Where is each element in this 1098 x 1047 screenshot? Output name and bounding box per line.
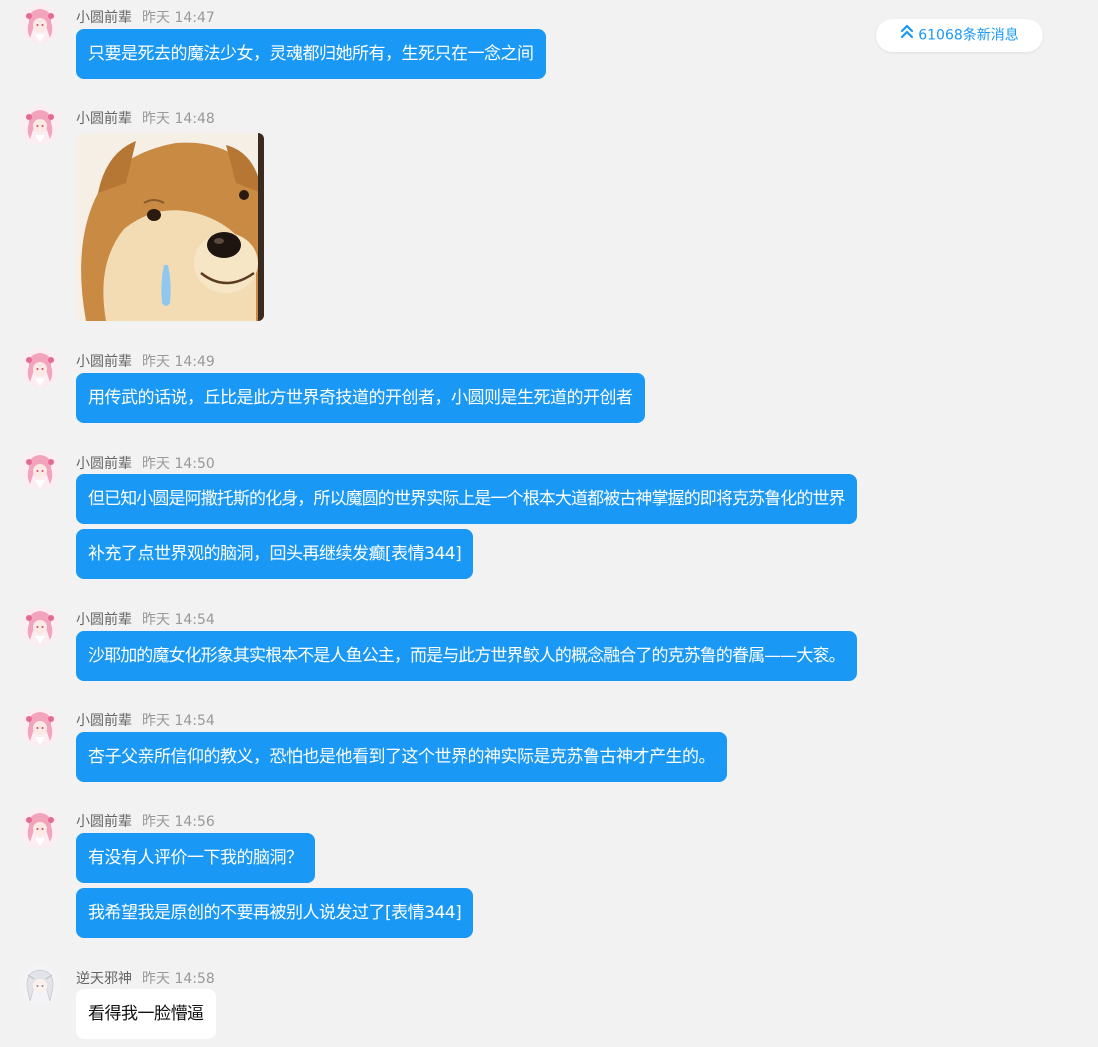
message-bubble[interactable]: 沙耶加的魔女化形象其实根本不是人鱼公主，而是与此方世界鲛人的概念融合了的克苏鲁的… [76,631,857,681]
pink-anime-girl-avatar-icon [20,105,60,145]
message-meta: 小圆前辈 昨天 14:54 [76,612,215,628]
message-bubble[interactable]: 只要是死去的魔法少女，灵魂都归她所有，生死只在一念之间 [76,29,546,79]
avatar[interactable] [20,965,60,1005]
sender-name[interactable]: 小圆前辈 [76,456,132,472]
message-bubble[interactable]: 杏子父亲所信仰的教义，恐怕也是他看到了这个世界的神实际是克苏鲁古神才产生的。 [76,732,727,782]
message-time: 昨天 14:58 [142,971,215,987]
message-time: 昨天 14:56 [142,814,215,830]
pink-anime-girl-avatar-icon [20,450,60,490]
message-meta: 小圆前辈 昨天 14:54 [76,713,215,729]
pink-anime-girl-avatar-icon [20,4,60,44]
pink-anime-girl-avatar-icon [20,707,60,747]
message-bubble[interactable]: 看得我一脸懵逼 [76,989,216,1039]
sender-name[interactable]: 小圆前辈 [76,713,132,729]
message-meta: 小圆前辈 昨天 14:48 [76,111,215,127]
sender-name[interactable]: 小圆前辈 [76,354,132,370]
message-bubble[interactable]: 补充了点世界观的脑洞，回头再继续发癫[表情344] [76,529,474,579]
avatar[interactable] [20,4,60,44]
message-time: 昨天 14:48 [142,111,215,127]
new-messages-label: 61068条新消息 [918,27,1019,44]
message-meta: 小圆前辈 昨天 14:49 [76,354,215,370]
message-time: 昨天 14:54 [142,713,215,729]
avatar[interactable] [20,450,60,490]
message-time: 昨天 14:50 [142,456,215,472]
message-bubble[interactable]: 我希望我是原创的不要再被别人说发过了[表情344] [76,888,474,938]
message-bubble[interactable]: 有没有人评价一下我的脑洞？ [76,833,315,883]
sender-name[interactable]: 小圆前辈 [76,111,132,127]
white-hair-anime-avatar-icon [20,965,60,1005]
message-meta: 逆天邪神 昨天 14:58 [76,971,215,987]
message-meta: 小圆前辈 昨天 14:50 [76,456,215,472]
avatar[interactable] [20,606,60,646]
shiba-dog-drooling-sticker-icon [76,133,264,321]
avatar[interactable] [20,348,60,388]
message-meta: 小圆前辈 昨天 14:56 [76,814,215,830]
double-chevron-up-icon [900,19,914,52]
message-time: 昨天 14:47 [142,10,215,26]
pink-anime-girl-avatar-icon [20,808,60,848]
avatar[interactable] [20,707,60,747]
chat-message-list[interactable]: 61068条新消息 小圆前辈 昨天 14:47 只要是死去的魔法少女，灵魂都归她所… [0,0,1098,1047]
message-bubble[interactable]: 用传武的话说，丘比是此方世界奇技道的开创者，小圆则是生死道的开创者 [76,373,645,423]
sender-name[interactable]: 逆天邪神 [76,971,132,987]
pink-anime-girl-avatar-icon [20,606,60,646]
pink-anime-girl-avatar-icon [20,348,60,388]
shiba-dog-sticker[interactable] [76,133,264,321]
sender-name[interactable]: 小圆前辈 [76,10,132,26]
avatar[interactable] [20,808,60,848]
message-time: 昨天 14:54 [142,612,215,628]
new-messages-button[interactable]: 61068条新消息 [876,19,1043,52]
message-time: 昨天 14:49 [142,354,215,370]
sender-name[interactable]: 小圆前辈 [76,612,132,628]
sender-name[interactable]: 小圆前辈 [76,814,132,830]
avatar[interactable] [20,105,60,145]
message-meta: 小圆前辈 昨天 14:47 [76,10,215,26]
message-bubble[interactable]: 但已知小圆是阿撒托斯的化身，所以魔圆的世界实际上是一个根本大道都被古神掌握的即将… [76,474,857,524]
